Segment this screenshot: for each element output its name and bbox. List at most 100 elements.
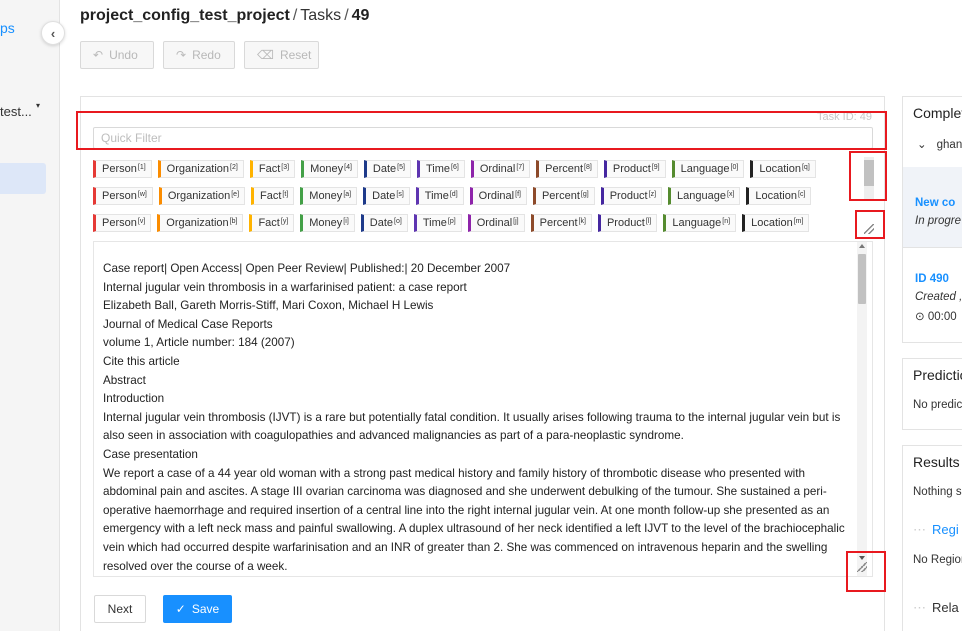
scroll-up-arrow-icon[interactable] xyxy=(859,244,865,248)
document-line[interactable]: resolved over the course of a week. xyxy=(103,558,845,577)
label-hotkey: f xyxy=(517,190,520,198)
label-hotkey-wrapper: [i] xyxy=(343,217,349,225)
label-hotkey-wrapper: [1] xyxy=(137,163,146,171)
label-hotkey: 7 xyxy=(518,163,523,171)
label-choice-person[interactable]: Person [w] xyxy=(93,187,153,205)
reset-button[interactable]: ⌫ Reset xyxy=(244,41,319,69)
label-choice-time[interactable]: Time [d] xyxy=(415,187,464,205)
label-choice-time[interactable]: Time [p] xyxy=(413,214,462,232)
label-hotkey: w xyxy=(139,190,145,198)
document-text[interactable]: Case report| Open Access| Open Peer Revi… xyxy=(103,260,845,576)
label-choice-language[interactable]: Language [x] xyxy=(668,187,741,205)
label-choice-percent[interactable]: Percent [g] xyxy=(532,187,595,205)
label-choice-date[interactable]: Date [5] xyxy=(363,160,411,178)
document-line[interactable]: also seen in association with coagulopat… xyxy=(103,427,845,446)
document-scrollbar-thumb[interactable] xyxy=(858,254,866,304)
document-line[interactable]: Case presentation xyxy=(103,446,845,465)
label-hotkey-wrapper: [x] xyxy=(726,190,735,198)
label-hotkey: i xyxy=(345,217,347,225)
drag-icon: ⋯ xyxy=(913,522,926,537)
document-line[interactable]: Abstract xyxy=(103,372,845,391)
document-line[interactable]: vein which had occurred despite warfarin… xyxy=(103,539,845,558)
document-line[interactable]: Internal jugular vein thrombosis in a wa… xyxy=(103,279,845,298)
label-choice-fact[interactable]: Fact [y] xyxy=(249,214,295,232)
label-choice-location[interactable]: Location [c] xyxy=(746,187,812,205)
relations-tab[interactable]: ⋯ Rela xyxy=(913,600,959,616)
sidebar-project-selector[interactable]: test... xyxy=(0,104,32,119)
label-choice-date[interactable]: Date [s] xyxy=(363,187,410,205)
label-choice-ordinal[interactable]: Ordinal [f] xyxy=(469,187,527,205)
drag-icon: ⋯ xyxy=(913,600,926,615)
next-button[interactable]: Next xyxy=(94,595,146,623)
label-choice-ordinal[interactable]: Ordinal [7] xyxy=(470,160,531,178)
label-choice-organization[interactable]: Organization [e] xyxy=(158,187,246,205)
redo-icon: ↷ xyxy=(176,48,187,62)
undo-button[interactable]: ↶ Undo xyxy=(80,41,154,69)
document-line[interactable]: operative haemorrhage and required inser… xyxy=(103,502,845,521)
label-hotkey: 1 xyxy=(139,163,144,171)
label-text: Language xyxy=(672,217,722,229)
label-choice-language[interactable]: Language [n] xyxy=(663,214,737,232)
label-choice-organization[interactable]: Organization [b] xyxy=(157,214,244,232)
regions-tab[interactable]: ⋯ Regi xyxy=(913,522,959,538)
label-choice-time[interactable]: Time [6] xyxy=(416,160,465,178)
document-scrollbar[interactable] xyxy=(857,242,867,576)
label-choice-language[interactable]: Language [0] xyxy=(671,160,745,178)
label-hotkey: 4 xyxy=(346,163,350,171)
document-line[interactable]: emergency with a left neck mass and pain… xyxy=(103,520,845,539)
label-choice-person[interactable]: Person [1] xyxy=(93,160,152,178)
label-hotkey-wrapper: [3] xyxy=(281,163,290,171)
annotator-row[interactable]: ⌄ ghan xyxy=(903,121,962,151)
document-line[interactable]: Elizabeth Ball, Gareth Morris-Stiff, Mar… xyxy=(103,297,845,316)
label-choice-location[interactable]: Location [m] xyxy=(742,214,810,232)
sidebar-brand-fragment[interactable]: ps xyxy=(0,20,15,36)
document-line[interactable]: volume 1, Article number: 184 (2007) xyxy=(103,334,845,353)
label-choice-organization[interactable]: Organization [2] xyxy=(157,160,244,178)
nothing-selected-text: Nothing s xyxy=(913,486,962,498)
label-choice-location[interactable]: Location [q] xyxy=(750,160,816,178)
label-hotkey-wrapper: [5] xyxy=(397,163,405,171)
label-choice-money[interactable]: Money [i] xyxy=(300,214,355,232)
new-completion-item[interactable]: New co In progre xyxy=(903,167,962,247)
label-choice-product[interactable]: Product [9] xyxy=(603,160,666,178)
collapse-sidebar-button[interactable]: ‹ xyxy=(41,21,65,45)
label-choice-percent[interactable]: Percent [k] xyxy=(530,214,592,232)
label-choice-money[interactable]: Money [4] xyxy=(301,160,358,178)
document-viewer[interactable]: Case report| Open Access| Open Peer Revi… xyxy=(93,241,873,577)
document-line[interactable]: We report a case of a 44 year old woman … xyxy=(103,465,845,484)
label-hotkey: m xyxy=(795,217,802,225)
label-choice-money[interactable]: Money [a] xyxy=(300,187,358,205)
undo-label: Undo xyxy=(109,48,138,62)
label-choice-fact[interactable]: Fact [t] xyxy=(251,187,295,205)
breadcrumb-project[interactable]: project_config_test_project xyxy=(80,7,290,24)
label-hotkey-wrapper: [k] xyxy=(578,217,586,225)
redo-button[interactable]: ↷ Redo xyxy=(163,41,235,69)
label-choice-product[interactable]: Product [l] xyxy=(597,214,658,232)
caret-down-icon[interactable]: ▾ xyxy=(36,101,40,110)
label-text: Location xyxy=(751,217,793,229)
document-line[interactable]: Journal of Medical Case Reports xyxy=(103,316,845,335)
label-choice-product[interactable]: Product [z] xyxy=(600,187,663,205)
label-text: Ordinal xyxy=(479,163,516,175)
save-button[interactable]: ✓ Save xyxy=(163,595,232,623)
document-line[interactable]: Case report| Open Access| Open Peer Revi… xyxy=(103,260,845,279)
document-line[interactable]: Cite this article xyxy=(103,353,845,372)
label-choice-date[interactable]: Date [o] xyxy=(360,214,408,232)
label-hotkey: p xyxy=(449,217,454,225)
sidebar-active-item[interactable] xyxy=(0,163,46,194)
document-line[interactable]: Internal jugular vein thrombosis (IJVT) … xyxy=(103,409,845,428)
breadcrumb-tasks[interactable]: Tasks xyxy=(300,7,341,24)
predictions-title: Predictio xyxy=(913,367,962,383)
label-text: Money xyxy=(309,217,343,229)
completions-panel: Complet ⌄ ghan New co In progre xyxy=(902,96,962,248)
label-hotkey-wrapper: [0] xyxy=(730,163,739,171)
label-choice-percent[interactable]: Percent [8] xyxy=(536,160,598,178)
label-hotkey: y xyxy=(282,217,287,225)
document-line[interactable]: Introduction xyxy=(103,390,845,409)
completion-item[interactable]: ID 490 Created , ⊙ 00:00 xyxy=(902,248,962,343)
label-choice-fact[interactable]: Fact [3] xyxy=(249,160,296,178)
label-hotkey: d xyxy=(451,190,456,198)
label-choice-ordinal[interactable]: Ordinal [j] xyxy=(467,214,525,232)
document-line[interactable]: abdominal pain and ascites. A stage III … xyxy=(103,483,845,502)
label-choice-person[interactable]: Person [v] xyxy=(93,214,152,232)
